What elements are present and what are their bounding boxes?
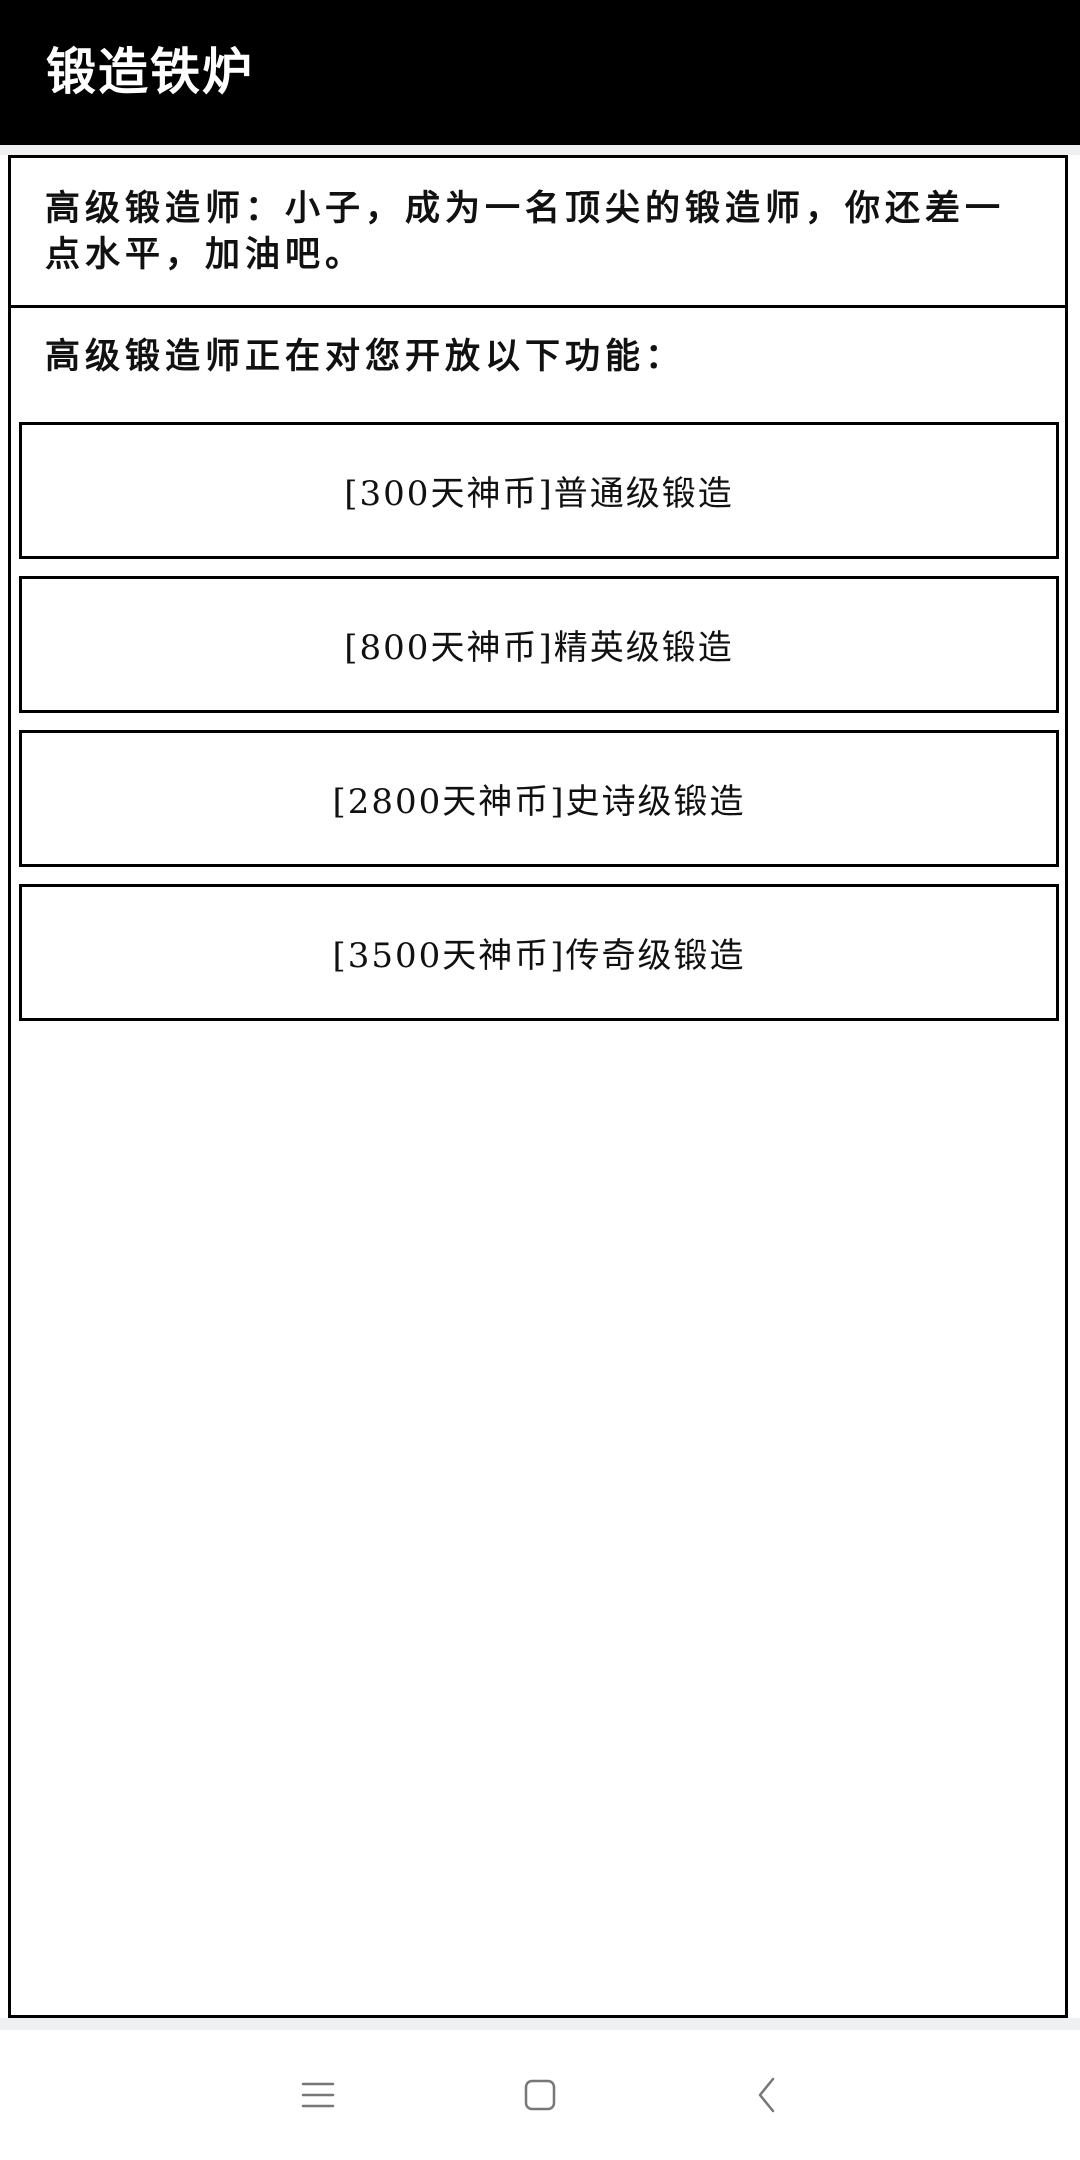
forge-elite-button[interactable]: [800天神币]精英级锻造 [19,576,1059,713]
function-intro: 高级锻造师正在对您开放以下功能： [45,336,686,377]
forge-legendary-button[interactable]: [3500天神币]传奇级锻造 [19,884,1059,1021]
page-title: 锻造铁炉 [46,42,254,101]
forge-epic-button[interactable]: [2800天神币]史诗级锻造 [19,730,1059,867]
home-icon[interactable] [515,2070,565,2120]
menu-icon[interactable] [293,2070,343,2120]
forge-normal-button[interactable]: [300天神币]普通级锻造 [19,422,1059,559]
forge-panel: 高级锻造师：小子，成为一名顶尖的锻造师，你还差一点水平，加油吧。 高级锻造师正在… [8,155,1068,2018]
system-nav-bar [0,2030,1080,2160]
app-header: 锻造铁炉 [0,0,1080,145]
npc-message: 高级锻造师：小子，成为一名顶尖的锻造师，你还差一点水平，加油吧。 [11,158,1065,308]
back-icon[interactable] [743,2070,793,2120]
header-divider [0,145,1080,155]
bottom-divider [0,2018,1080,2030]
